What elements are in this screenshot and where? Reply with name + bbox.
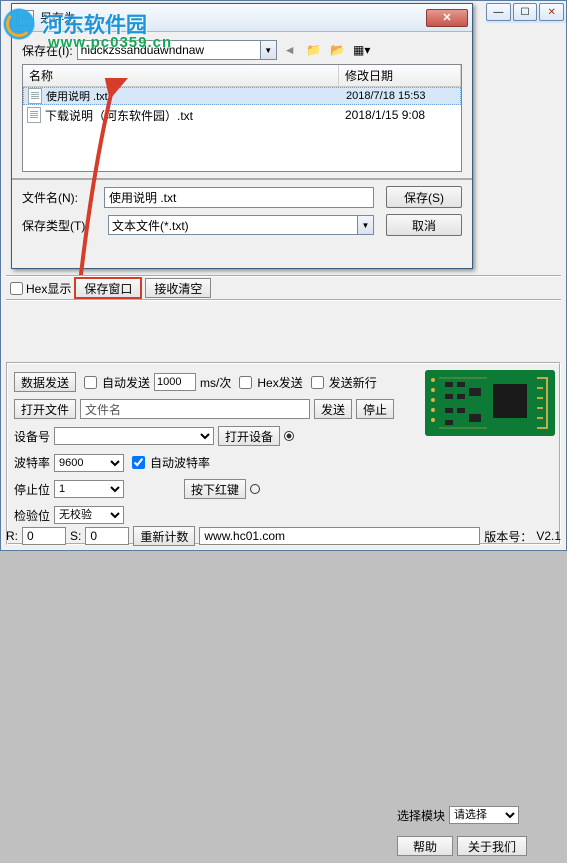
stopbit-label: 停止位: [14, 481, 50, 498]
display-options-strip: Hex显示 保存窗口 接收清空: [6, 275, 561, 301]
s-value-box: 0: [85, 527, 129, 545]
save-window-button[interactable]: 保存窗口: [75, 278, 141, 298]
chevron-down-icon[interactable]: ▼: [260, 41, 276, 59]
txt-file-icon: [27, 107, 41, 123]
filetype-value: 文本文件(*.txt): [112, 217, 189, 234]
send-button[interactable]: 发送: [314, 399, 352, 419]
col-modified[interactable]: 修改日期: [339, 65, 461, 86]
filename-input[interactable]: 使用说明 .txt: [104, 187, 374, 208]
reset-count-button[interactable]: 重新计数: [133, 526, 195, 546]
filename-value: 使用说明 .txt: [109, 189, 176, 206]
clear-receive-button[interactable]: 接收清空: [145, 278, 211, 298]
baud-label: 波特率: [14, 454, 50, 471]
interval-unit: ms/次: [200, 374, 231, 391]
cancel-button[interactable]: 取消: [386, 214, 462, 236]
url-box[interactable]: www.hc01.com: [199, 527, 480, 545]
s-label: S:: [70, 529, 81, 543]
right-column: 选择模块 请选择 帮助 关于我们: [397, 806, 547, 863]
file-list: 名称 修改日期 使用说明 .txt 2018/7/18 15:53 下载说明（河…: [22, 64, 462, 172]
open-device-button[interactable]: 打开设备: [218, 426, 280, 446]
auto-send-label: 自动发送: [102, 374, 150, 391]
baud-select[interactable]: 9600: [54, 454, 124, 472]
red-button-indicator: [250, 484, 260, 494]
nav-icons: ◄ 📁 📂 ▦▾: [281, 41, 371, 59]
auto-baud-label: 自动波特率: [150, 454, 210, 471]
auto-baud-checkbox[interactable]: 自动波特率: [128, 453, 210, 472]
views-icon[interactable]: ▦▾: [353, 41, 371, 59]
dialog-title: 另存为: [34, 9, 426, 26]
hex-display-checkbox[interactable]: Hex显示: [10, 280, 71, 297]
file-row[interactable]: 使用说明 .txt 2018/7/18 15:53: [23, 87, 461, 105]
dialog-titlebar: HID 另存为 ✕: [12, 4, 472, 32]
device-no-select[interactable]: [54, 427, 214, 445]
chevron-down-icon[interactable]: ▼: [357, 216, 373, 234]
stop-button[interactable]: 停止: [356, 399, 394, 419]
version-label: 版本号：: [484, 528, 532, 545]
send-newline-label: 发送新行: [329, 374, 377, 391]
r-value-box: 0: [22, 527, 66, 545]
file-path-input[interactable]: 文件名: [80, 399, 310, 419]
main-titlebar-right: — ☐ ✕: [486, 1, 566, 23]
file-list-header: 名称 修改日期: [23, 65, 461, 87]
file-modified: 2018/1/15 9:08: [339, 108, 461, 122]
col-name[interactable]: 名称: [23, 65, 339, 86]
main-minimize-button[interactable]: —: [486, 3, 511, 21]
main-maximize-button[interactable]: ☐: [513, 3, 538, 21]
auto-send-interval-input[interactable]: [154, 373, 196, 391]
watermark-url: www.pc0359.cn: [48, 34, 172, 51]
stopbit-select[interactable]: 1: [54, 480, 124, 498]
filetype-combo[interactable]: 文本文件(*.txt) ▼: [108, 215, 374, 235]
hex-send-label: Hex发送: [257, 374, 302, 391]
file-row[interactable]: 下载说明（河东软件园）.txt 2018/1/15 9:08: [23, 105, 461, 125]
module-pcb-image: [425, 370, 555, 436]
app-icon: HID: [16, 10, 34, 26]
hex-send-checkbox[interactable]: Hex发送: [235, 373, 302, 392]
device-no-label: 设备号: [14, 428, 50, 445]
main-close-button[interactable]: ✕: [539, 3, 564, 21]
select-module-label: 选择模块: [397, 807, 445, 824]
back-icon[interactable]: ◄: [281, 41, 299, 59]
hex-display-label: Hex显示: [26, 280, 71, 297]
checkbit-label: 检验位: [14, 507, 50, 524]
file-path-placeholder: 文件名: [85, 401, 121, 418]
file-name: 下载说明（河东软件园）.txt: [45, 107, 193, 124]
send-newline-checkbox[interactable]: 发送新行: [307, 373, 377, 392]
txt-file-icon: [28, 88, 42, 104]
select-module-select[interactable]: 请选择: [449, 806, 519, 824]
open-file-button[interactable]: 打开文件: [14, 399, 76, 419]
up-folder-icon[interactable]: 📁: [305, 41, 323, 59]
r-value: 0: [27, 529, 34, 543]
checkbit-select[interactable]: 无校验: [54, 506, 124, 524]
version-value: V2.1: [536, 529, 561, 543]
data-send-button[interactable]: 数据发送: [14, 372, 76, 392]
help-button[interactable]: 帮助: [397, 836, 453, 856]
auto-send-checkbox[interactable]: 自动发送: [80, 373, 150, 392]
new-folder-icon[interactable]: 📂: [329, 41, 347, 59]
file-name: 使用说明 .txt: [46, 88, 108, 104]
press-red-button[interactable]: 按下红键: [184, 479, 246, 499]
url-text: www.hc01.com: [204, 529, 285, 543]
r-label: R:: [6, 529, 18, 543]
status-footer: R: 0 S: 0 重新计数 www.hc01.com 版本号： V2.1: [6, 525, 561, 547]
about-button[interactable]: 关于我们: [457, 836, 527, 856]
s-value: 0: [90, 529, 97, 543]
dialog-close-button[interactable]: ✕: [426, 9, 468, 27]
filetype-label: 保存类型(T):: [22, 217, 104, 234]
save-button[interactable]: 保存(S): [386, 186, 462, 208]
file-modified: 2018/7/18 15:53: [340, 90, 460, 102]
filename-label: 文件名(N):: [22, 189, 104, 206]
device-status-indicator: [284, 431, 294, 441]
